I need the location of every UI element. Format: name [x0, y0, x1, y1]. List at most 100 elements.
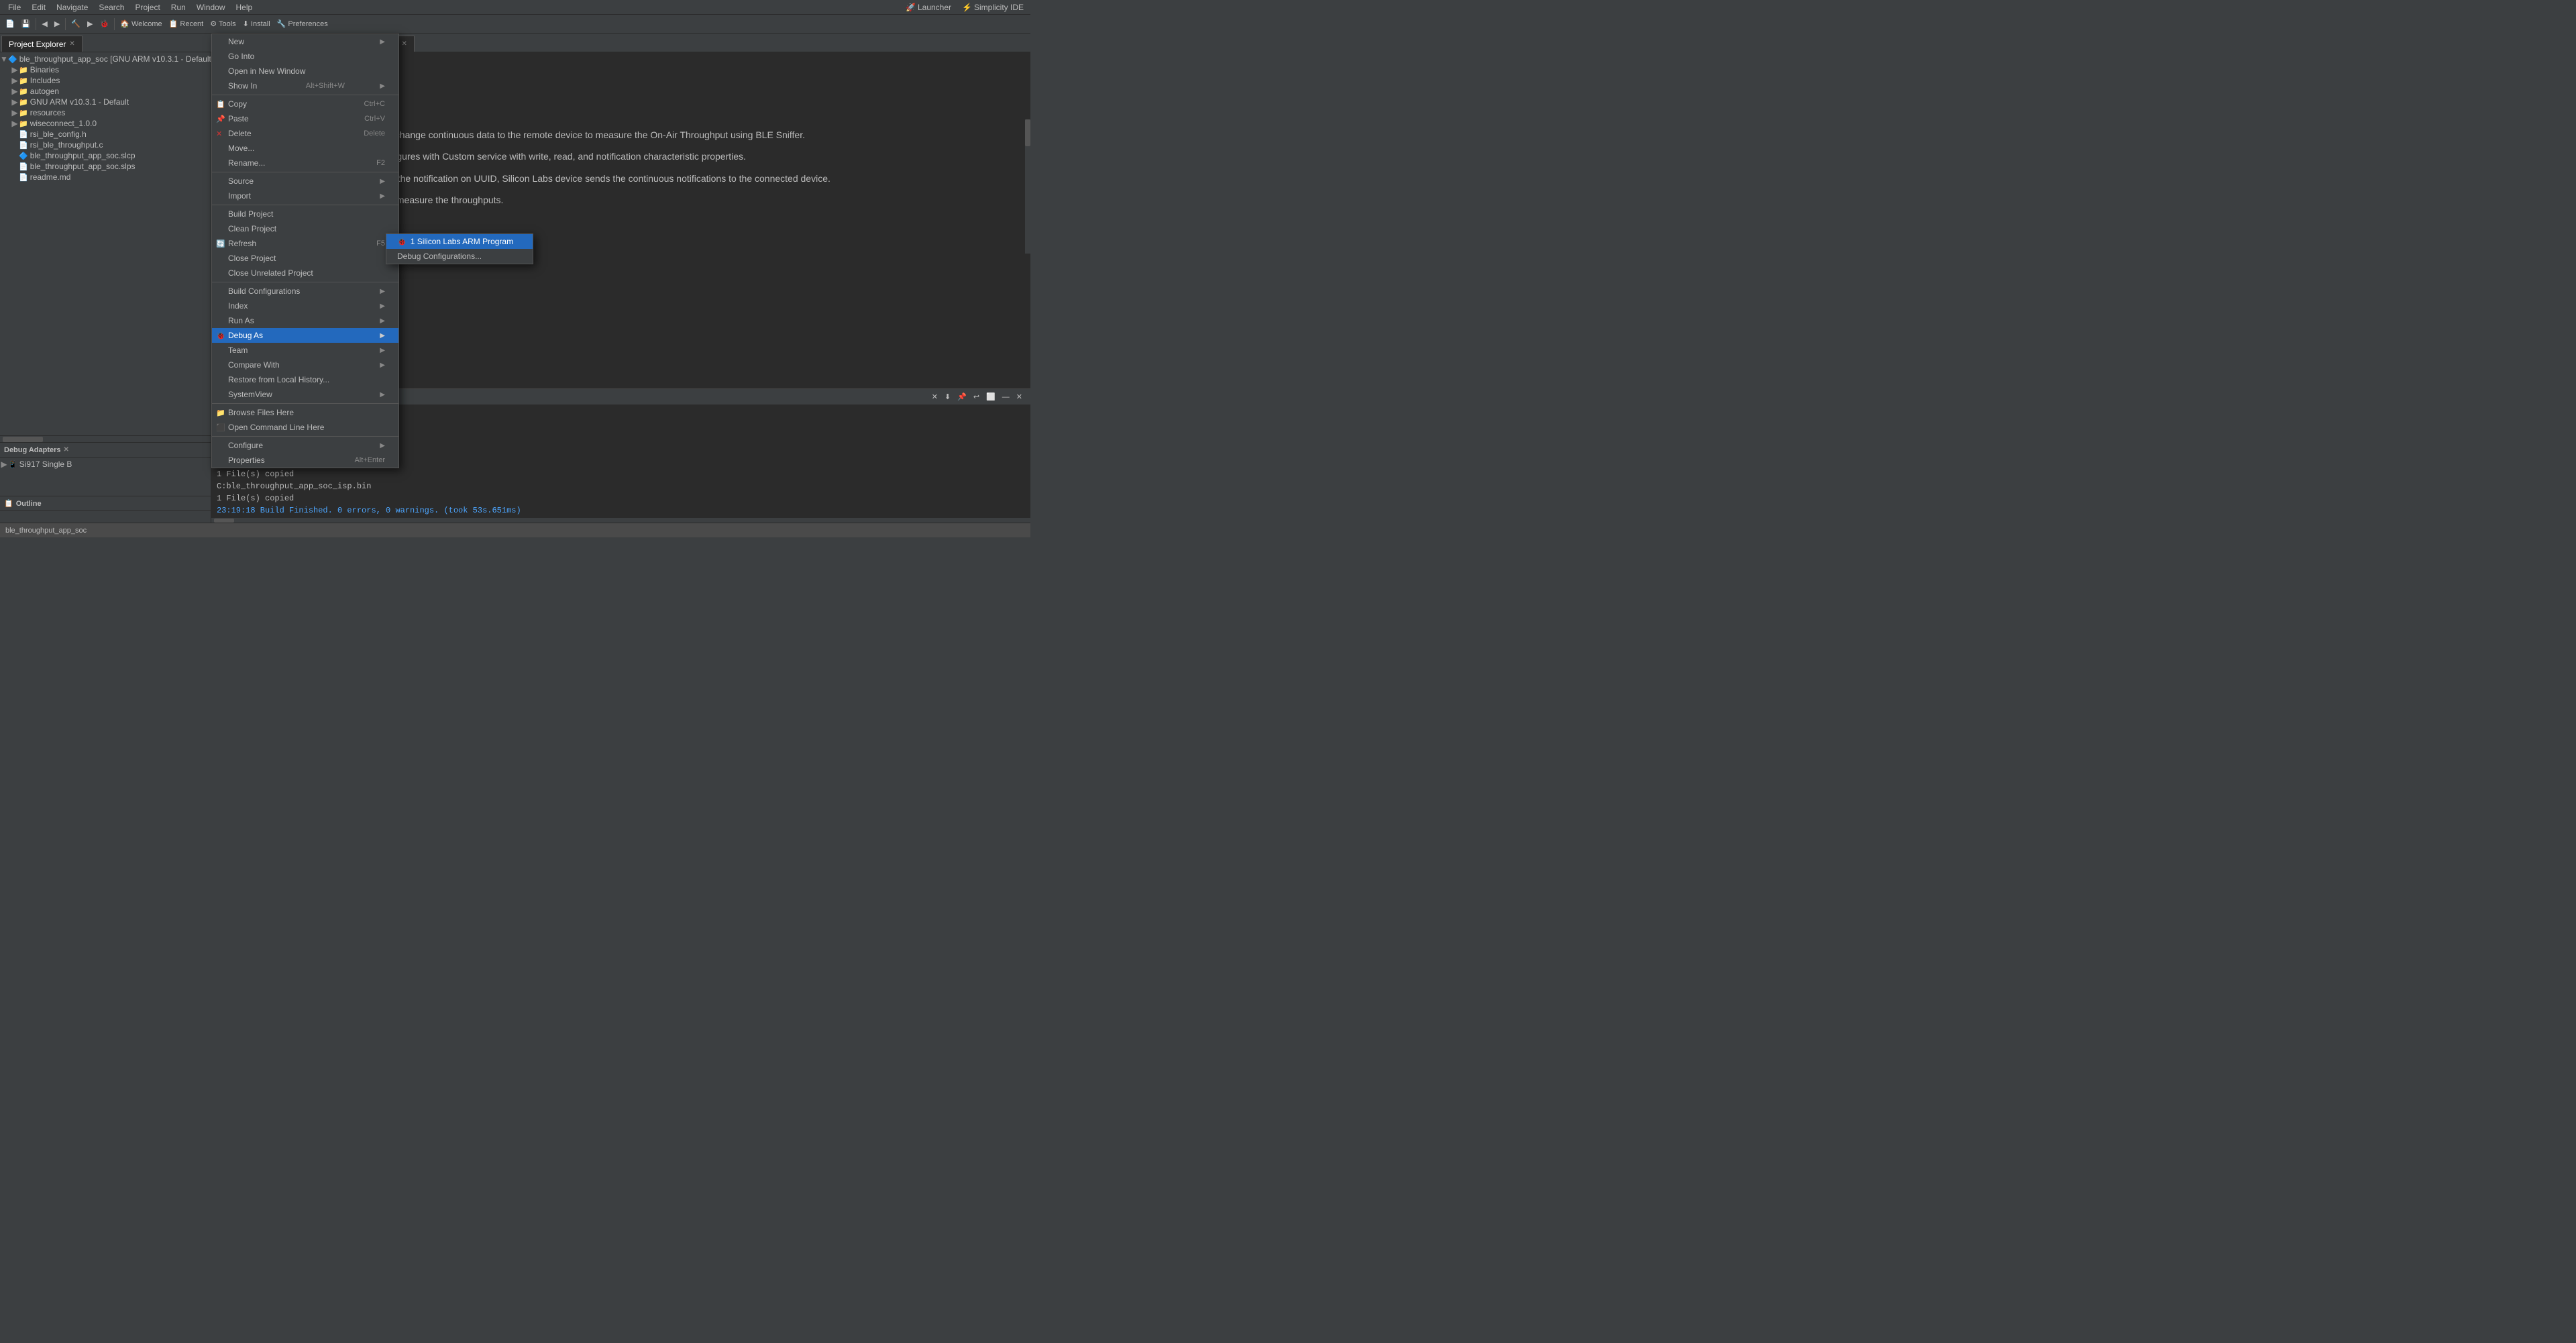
console-maximize-btn[interactable]: ⬜: [983, 390, 998, 405]
debug-adapters-close-btn[interactable]: ✕: [64, 446, 69, 453]
cm-build-project[interactable]: Build Project: [212, 207, 398, 221]
tab-project-explorer-close[interactable]: ✕: [69, 40, 74, 48]
cm-sep-6: [212, 436, 398, 437]
cm-close-unrelated[interactable]: Close Unrelated Project: [212, 266, 398, 280]
console-scroll-btn[interactable]: ⬇: [942, 390, 953, 405]
cm-close-project[interactable]: Close Project: [212, 251, 398, 266]
cm-build-configs-arrow: ▶: [380, 288, 385, 295]
cm-move[interactable]: Move...: [212, 141, 398, 156]
tree-toggle-adapter[interactable]: ▶: [0, 460, 8, 469]
debug-btn[interactable]: 🐞: [97, 17, 112, 32]
cm-source-arrow: ▶: [380, 178, 385, 185]
launcher-icon[interactable]: 🚀 Launcher: [902, 1, 955, 13]
cm-debug-as-arrow: ▶: [380, 332, 385, 339]
cm-paste[interactable]: 📌 Paste Ctrl+V: [212, 111, 398, 126]
save-btn[interactable]: 💾: [19, 17, 34, 32]
simplicity-ide-btn[interactable]: ⚡ Simplicity IDE: [958, 1, 1028, 13]
menu-help[interactable]: Help: [231, 1, 258, 13]
cm-properties[interactable]: Properties Alt+Enter: [212, 453, 398, 468]
cm-system-view[interactable]: SystemView ▶: [212, 387, 398, 402]
tree-toggle-autogen[interactable]: ▶: [11, 87, 19, 96]
cm-show-in[interactable]: Show In Alt+Shift+W ▶: [212, 78, 398, 93]
welcome-tab-btn[interactable]: 🏠 Welcome: [117, 17, 164, 32]
debug-adapter-item[interactable]: ▶ 📱 Si917 Single B: [0, 459, 211, 470]
tree-toggle-includes[interactable]: ▶: [11, 76, 19, 85]
menu-window[interactable]: Window: [191, 1, 231, 13]
cm-browse-files[interactable]: 📁 Browse Files Here: [212, 405, 398, 420]
cm-open-new-window[interactable]: Open in New Window: [212, 64, 398, 78]
tools-btn[interactable]: ⚙ Tools: [207, 17, 238, 32]
cm-rename[interactable]: Rename... F2: [212, 156, 398, 170]
cm-new[interactable]: New ▶: [212, 34, 398, 49]
menu-navigate[interactable]: Navigate: [51, 1, 93, 13]
menu-edit[interactable]: Edit: [26, 1, 51, 13]
tree-item-slcp-label: ble_throughput_app_soc.slcp: [30, 151, 211, 160]
tree-item-resources[interactable]: ▶ 📁 resources: [0, 107, 211, 118]
menu-run[interactable]: Run: [166, 1, 191, 13]
console-close-btn[interactable]: ✕: [1014, 390, 1025, 405]
cm-configure[interactable]: Configure ▶: [212, 438, 398, 453]
tree-item-binaries[interactable]: ▶ 📁 Binaries: [0, 64, 211, 75]
tree-toggle-wiseconnect[interactable]: ▶: [11, 119, 19, 128]
tree-toggle-root[interactable]: ▼: [0, 54, 8, 64]
cm-refresh[interactable]: 🔄 Refresh F5: [212, 236, 398, 251]
tree-item-slcp[interactable]: ▶ 🔷 ble_throughput_app_soc.slcp: [0, 150, 211, 161]
tree-item-ble-config-label: rsi_ble_config.h: [30, 129, 211, 139]
tree-toggle-binaries[interactable]: ▶: [11, 65, 19, 74]
menu-file[interactable]: File: [3, 1, 26, 13]
console-pin-btn[interactable]: 📌: [955, 390, 969, 405]
tree-item-root[interactable]: ▼ 🔷 ble_throughput_app_soc [GNU ARM v10.…: [0, 54, 211, 64]
tree-item-gnu-arm[interactable]: ▶ 📁 GNU ARM v10.3.1 - Default: [0, 97, 211, 107]
menu-project[interactable]: Project: [129, 1, 165, 13]
cm-compare-with[interactable]: Compare With ▶: [212, 358, 398, 372]
cm-delete-shortcut: Delete: [350, 129, 385, 138]
build-btn[interactable]: 🔨: [68, 17, 83, 32]
install-btn[interactable]: ⬇ Install: [240, 17, 273, 32]
console-clear-btn[interactable]: ✕: [929, 390, 941, 405]
tree-item-autogen[interactable]: ▶ 📁 autogen: [0, 86, 211, 97]
submenu-silicon-labs-arm[interactable]: 🐞 1 Silicon Labs ARM Program: [386, 234, 533, 249]
tree-item-slps[interactable]: ▶ 📄 ble_throughput_app_soc.slps: [0, 161, 211, 172]
cm-run-as[interactable]: Run As ▶: [212, 313, 398, 328]
recent-btn[interactable]: 📋 Recent: [166, 17, 207, 32]
folder-icon-autogen: 📁: [19, 87, 28, 96]
forward-btn[interactable]: ▶: [52, 17, 62, 32]
cm-open-command-line[interactable]: ⬛ Open Command Line Here: [212, 420, 398, 435]
console-line-10: C:ble_throughput_app_soc_isp.bin: [217, 480, 1025, 492]
context-menu: New ▶ Go Into Open in New Window Show In…: [211, 34, 399, 468]
cm-debug-as[interactable]: 🐞 Debug As ▶: [212, 328, 398, 343]
tab-readme-close[interactable]: ✕: [401, 40, 407, 48]
cm-source[interactable]: Source ▶: [212, 174, 398, 189]
cm-delete[interactable]: ✕ Delete Delete: [212, 126, 398, 141]
console-wrap-btn[interactable]: ↩: [971, 390, 982, 405]
cm-restore-local-history[interactable]: Restore from Local History...: [212, 372, 398, 387]
new-btn[interactable]: 📄: [3, 17, 17, 32]
menu-search[interactable]: Search: [93, 1, 129, 13]
tree-item-includes[interactable]: ▶ 📁 Includes: [0, 75, 211, 86]
cm-team[interactable]: Team ▶: [212, 343, 398, 358]
cm-import[interactable]: Import ▶: [212, 189, 398, 203]
file-icon-slcp: 🔷: [19, 152, 28, 160]
tab-project-explorer[interactable]: Project Explorer ✕: [1, 36, 83, 52]
cm-new-arrow: ▶: [380, 38, 385, 46]
preferences-btn[interactable]: 🔧 Preferences: [274, 17, 331, 32]
cm-index[interactable]: Index ▶: [212, 299, 398, 313]
tree-item-ble-throughput[interactable]: ▶ 📄 rsi_ble_throughput.c: [0, 140, 211, 150]
editor-tab-bar: Project Explorer ✕ 🔷 ble_throughput_app_…: [0, 34, 1030, 52]
console-minimize-btn[interactable]: —: [1000, 390, 1012, 405]
cm-build-configs[interactable]: Build Configurations ▶: [212, 284, 398, 299]
back-btn[interactable]: ◀: [39, 17, 50, 32]
console-hscroll[interactable]: [211, 517, 1030, 523]
tree-item-readme[interactable]: ▶ 📄 readme.md: [0, 172, 211, 182]
cm-go-into[interactable]: Go Into: [212, 49, 398, 64]
debug-as-icon: 🐞: [216, 331, 225, 340]
submenu-debug-configs[interactable]: Debug Configurations...: [386, 249, 533, 264]
cm-clean-project[interactable]: Clean Project: [212, 221, 398, 236]
tree-item-readme-label: readme.md: [30, 172, 211, 182]
tree-item-wiseconnect[interactable]: ▶ 📁 wiseconnect_1.0.0: [0, 118, 211, 129]
run-btn[interactable]: ▶: [85, 17, 95, 32]
cm-copy[interactable]: 📋 Copy Ctrl+C: [212, 97, 398, 111]
tree-toggle-resources[interactable]: ▶: [11, 108, 19, 117]
tree-toggle-gnu-arm[interactable]: ▶: [11, 97, 19, 107]
tree-item-ble-config[interactable]: ▶ 📄 rsi_ble_config.h: [0, 129, 211, 140]
